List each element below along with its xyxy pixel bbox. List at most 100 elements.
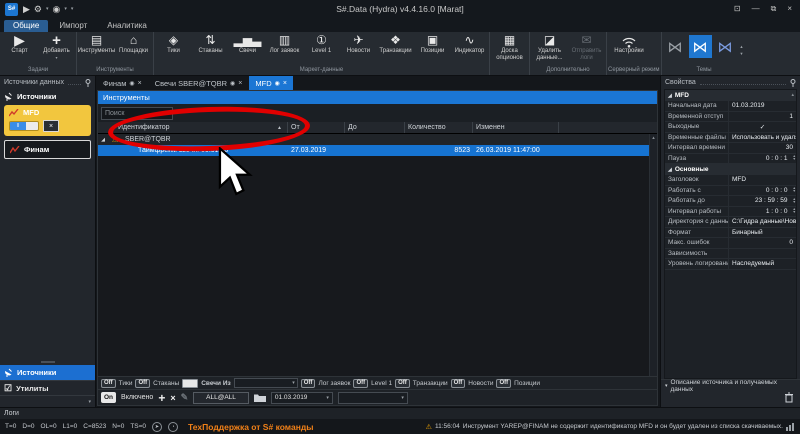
pin-icon[interactable]: ◉ xyxy=(129,80,134,87)
add-button[interactable]: + Добавить ▾ xyxy=(38,33,75,66)
checkbox-checked-icon[interactable]: ✓ xyxy=(729,122,796,132)
level1-filter-state[interactable]: Off xyxy=(353,378,369,388)
pin-window-button[interactable]: ⊡ xyxy=(734,4,741,14)
folder-icon[interactable] xyxy=(253,393,266,402)
play-icon[interactable]: ▶ xyxy=(23,4,30,15)
ribbon-tab-general[interactable]: Общие xyxy=(4,20,49,32)
theme-blue-button[interactable]: ⋈ xyxy=(688,35,712,58)
property-row[interactable]: Выходные ✓ xyxy=(665,122,796,133)
pin-icon[interactable]: ◉ xyxy=(275,80,280,87)
property-row[interactable]: Работать с 0 : 0 : 0 ▲ ▼ xyxy=(665,185,796,196)
toolbar-caret-icon[interactable]: ▾ xyxy=(71,6,74,12)
tab-mfd[interactable]: MFD ◉ × xyxy=(249,76,293,90)
on-toggle[interactable]: On xyxy=(101,392,117,403)
column-header-identifier[interactable]: Идентификатор ▲ xyxy=(98,122,288,133)
remove-instrument-button[interactable]: × xyxy=(170,393,175,403)
positions-button[interactable]: ▣ Позиции xyxy=(414,33,451,66)
app-caret-icon[interactable]: ▾ xyxy=(64,6,67,12)
table-row-parent[interactable]: ◢ ⚠ SBER@TQBR xyxy=(98,134,657,145)
app-menu-icon[interactable]: ◉ xyxy=(53,4,61,15)
property-row[interactable]: Интервал работы 1 : 0 : 0 ▲ ▼ xyxy=(665,206,796,217)
start-button[interactable]: ▶ Старт xyxy=(1,33,38,66)
positions-filter-state[interactable]: Off xyxy=(496,378,512,388)
close-icon[interactable]: × xyxy=(238,80,242,87)
send-logs-button[interactable]: ✉ Отправить логи xyxy=(568,33,605,66)
news-button[interactable]: ✈ Новости xyxy=(340,33,377,66)
level1-button[interactable]: ① Level 1 xyxy=(303,33,340,66)
date-picker[interactable]: 01.03.2019 ▾ xyxy=(270,391,333,404)
minimize-button[interactable]: — xyxy=(752,4,760,14)
candles-button[interactable]: ▂▅▃ Свечи xyxy=(229,33,266,66)
ribbon-tab-analytics[interactable]: Аналитика xyxy=(98,20,156,32)
property-row[interactable]: Макс. ошибок 0 xyxy=(665,238,796,249)
server-settings-button[interactable]: Настройки xyxy=(608,33,650,66)
stats-icon[interactable] xyxy=(786,422,795,431)
source-card-finam[interactable]: Финам xyxy=(4,140,91,159)
theme-scroll[interactable]: ▲ ▼ xyxy=(738,33,746,66)
spinner-control[interactable]: ▲ ▼ xyxy=(793,154,796,164)
depths-filter-state[interactable]: Off xyxy=(135,378,151,388)
instruments-button[interactable]: ▤ Инструменты xyxy=(78,33,115,66)
column-header-to[interactable]: До xyxy=(345,122,405,133)
property-row[interactable]: Директория с данными C:\Гидра данные\Нов… xyxy=(665,217,796,228)
property-group-mfd[interactable]: ◢ MFD xyxy=(665,90,796,101)
grid-scrollbar[interactable]: ▴ xyxy=(649,134,657,376)
news-filter-state[interactable]: Off xyxy=(450,378,466,388)
property-row[interactable]: Работать до 23 : 59 : 59 ▲ ▼ xyxy=(665,196,796,207)
close-button[interactable]: × xyxy=(787,4,792,14)
candles-source-combo[interactable]: ▾ xyxy=(233,378,298,388)
delete-data-button[interactable]: ◪ Удалить данные... xyxy=(531,33,568,66)
pin-icon[interactable] xyxy=(85,78,91,87)
mfd-toggle[interactable]: ‖ xyxy=(9,121,39,131)
spinner-control[interactable]: ▲ ▼ xyxy=(793,207,796,217)
transactions-filter-state[interactable]: Off xyxy=(395,378,410,388)
empty-combo[interactable]: ▾ xyxy=(337,391,408,404)
property-row[interactable]: Уровень логирования Наследуемый xyxy=(665,259,796,270)
search-input[interactable] xyxy=(101,106,173,120)
spinner-control[interactable]: ▲ ▼ xyxy=(793,196,796,206)
sidebar-overflow-dropdown[interactable]: ▾ xyxy=(0,395,95,407)
pin-icon[interactable] xyxy=(790,78,796,87)
property-row[interactable]: Интервал времени 30 xyxy=(665,143,796,154)
sidebar-nav-sources[interactable]: Источники xyxy=(0,365,95,380)
sidebar-splitter[interactable] xyxy=(0,358,95,365)
property-row[interactable]: Формат Бинарный xyxy=(665,227,796,238)
theme-light-button[interactable]: ⋈ xyxy=(714,35,737,58)
indicator-button[interactable]: ∿ Индикатор xyxy=(451,33,488,66)
support-link[interactable]: ТехПоддержка от S# команды xyxy=(188,422,313,432)
logs-panel-tab[interactable]: Логи xyxy=(0,407,800,419)
order-log-button[interactable]: ▥ Лог заявок xyxy=(266,33,303,66)
property-row[interactable]: Зависимость xyxy=(665,248,796,259)
ribbon-tab-import[interactable]: Импорт xyxy=(50,20,96,32)
orderlog-filter-state[interactable]: Off xyxy=(300,378,316,388)
info-icon[interactable]: ◔ xyxy=(168,421,179,432)
column-header-changed[interactable]: Изменен xyxy=(473,122,559,133)
chat-icon[interactable]: ➤ xyxy=(152,421,163,432)
add-instrument-button[interactable]: + xyxy=(158,391,165,405)
all-at-all-button[interactable]: ALL@ALL xyxy=(193,391,249,404)
property-row[interactable]: Временные файлы Использовать и удалять xyxy=(665,132,796,143)
transactions-button[interactable]: ❖ Транзакции xyxy=(377,33,414,66)
expander-icon[interactable]: ◢ xyxy=(98,137,108,143)
description-toggle[interactable]: ▾ Описание источника и получаемых данных xyxy=(661,379,800,393)
column-header-count[interactable]: Количество xyxy=(405,122,473,133)
tab-candles-sber[interactable]: Свечи SBER@TQBR ◉ × xyxy=(149,76,249,90)
edit-icon[interactable]: ✎ xyxy=(181,392,189,403)
candles-filter-state[interactable] xyxy=(182,378,199,388)
ticks-filter-state[interactable]: Off xyxy=(101,378,116,388)
options-board-button[interactable]: ▦ Доска опционов xyxy=(491,33,528,66)
exchanges-button[interactable]: ⌂ Площадки xyxy=(115,33,152,66)
gear-caret-icon[interactable]: ▾ xyxy=(46,6,49,12)
property-row[interactable]: Пауза 0 : 0 : 1 ▲ ▼ xyxy=(665,153,796,164)
mfd-remove-button[interactable]: × xyxy=(43,120,59,132)
property-row[interactable]: Временной отступ 1 xyxy=(665,111,796,122)
property-group-general[interactable]: ◢ Основные xyxy=(665,164,796,175)
ticks-button[interactable]: ◈ Тики xyxy=(155,33,192,66)
property-row[interactable]: Начальная дата 01.03.2019 xyxy=(665,101,796,112)
tab-finam[interactable]: Финам ◉ × xyxy=(97,76,148,90)
depths-button[interactable]: ⇅ Стаканы xyxy=(192,33,229,66)
theme-dark-button[interactable]: ⋈ xyxy=(664,35,687,58)
table-row-selected[interactable]: Таймфрейм свечи: 00:01:00 27.03.2019 852… xyxy=(98,145,657,156)
pin-icon[interactable]: ◉ xyxy=(230,80,235,87)
trash-icon[interactable] xyxy=(784,392,794,403)
